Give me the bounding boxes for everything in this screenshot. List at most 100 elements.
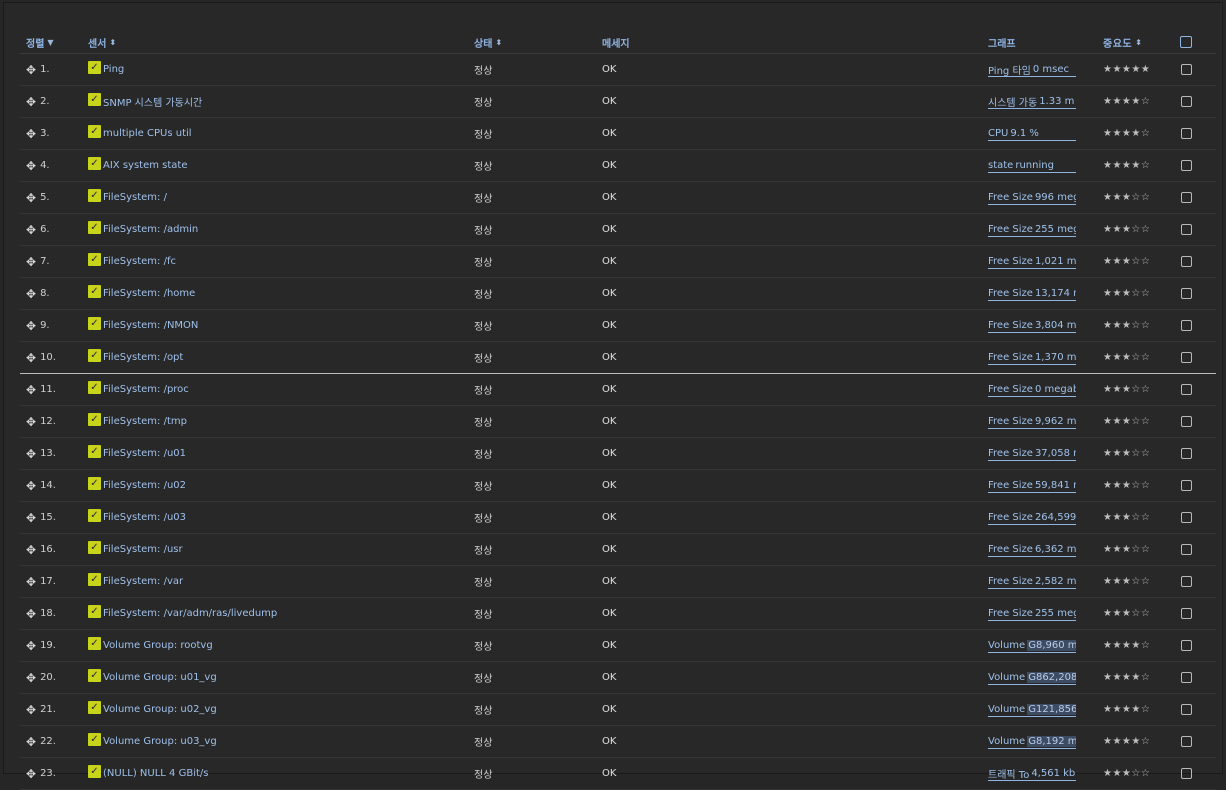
graph-cell[interactable]: 시스템 가동 1.33 m xyxy=(988,86,1078,117)
row-checkbox[interactable] xyxy=(1178,86,1194,117)
sensor-cell[interactable]: ✓ Ping xyxy=(88,54,468,85)
table-row[interactable]: ✥ 11. ✓ FileSystem: /proc 정상 OK Free Siz… xyxy=(20,374,1216,406)
graph-link[interactable]: 시스템 가동 1.33 m xyxy=(988,94,1076,109)
graph-link[interactable]: Free Size 2,582 meg xyxy=(988,574,1076,589)
graph-cell[interactable]: Free Size 264,599 m xyxy=(988,502,1078,533)
row-checkbox[interactable] xyxy=(1178,630,1194,661)
priority-stars[interactable]: ★★★☆☆ xyxy=(1103,534,1163,565)
row-position[interactable]: ✥ 16. xyxy=(26,534,84,565)
graph-cell[interactable]: Free Size 37,058 me xyxy=(988,438,1078,469)
graph-link[interactable]: Free Size 6,362 meg xyxy=(988,542,1076,557)
graph-link[interactable]: Free Size 3,804 meg xyxy=(988,318,1076,333)
priority-stars[interactable]: ★★★☆☆ xyxy=(1103,278,1163,309)
move-handle-icon[interactable]: ✥ xyxy=(26,191,36,205)
move-handle-icon[interactable]: ✥ xyxy=(26,223,36,237)
priority-stars[interactable]: ★★★★☆ xyxy=(1103,118,1163,149)
graph-cell[interactable]: CPU 9.1 % xyxy=(988,118,1078,149)
sensor-name-link[interactable]: SNMP 시스템 가동시간 xyxy=(103,94,202,109)
priority-stars[interactable]: ★★★☆☆ xyxy=(1103,246,1163,277)
move-handle-icon[interactable]: ✥ xyxy=(26,287,36,301)
row-position[interactable]: ✥ 17. xyxy=(26,566,84,597)
sensor-cell[interactable]: ✓ Volume Group: u02_vg xyxy=(88,694,468,725)
sensor-name-link[interactable]: FileSystem: /fc xyxy=(103,256,176,267)
row-checkbox[interactable] xyxy=(1178,278,1194,309)
sensor-name-link[interactable]: AIX system state xyxy=(103,160,187,171)
graph-cell[interactable]: Free Size 1,021 meg xyxy=(988,246,1078,277)
move-handle-icon[interactable]: ✥ xyxy=(26,63,36,77)
row-position[interactable]: ✥ 6. xyxy=(26,214,84,245)
row-position[interactable]: ✥ 15. xyxy=(26,502,84,533)
graph-cell[interactable]: Free Size 1,370 meg xyxy=(988,342,1078,373)
table-row[interactable]: ✥ 13. ✓ FileSystem: /u01 정상 OK Free Size… xyxy=(20,438,1216,470)
graph-cell[interactable]: Free Size 996 megaby xyxy=(988,182,1078,213)
graph-link[interactable]: state running xyxy=(988,158,1076,173)
row-position[interactable]: ✥ 19. xyxy=(26,630,84,661)
row-checkbox[interactable] xyxy=(1178,342,1194,373)
sensor-name-link[interactable]: FileSystem: /home xyxy=(103,288,195,299)
table-row[interactable]: ✥ 8. ✓ FileSystem: /home 정상 OK Free Size… xyxy=(20,278,1216,310)
table-row[interactable]: ✥ 15. ✓ FileSystem: /u03 정상 OK Free Size… xyxy=(20,502,1216,534)
sensor-name-link[interactable]: FileSystem: /NMON xyxy=(103,320,198,331)
sensor-cell[interactable]: ✓ FileSystem: /tmp xyxy=(88,406,468,437)
row-position[interactable]: ✥ 21. xyxy=(26,694,84,725)
row-checkbox[interactable] xyxy=(1178,406,1194,437)
sensor-name-link[interactable]: FileSystem: /var xyxy=(103,576,183,587)
row-checkbox[interactable] xyxy=(1178,118,1194,149)
move-handle-icon[interactable]: ✥ xyxy=(26,511,36,525)
graph-link[interactable]: Free Size 9,962 meg xyxy=(988,414,1076,429)
graph-link[interactable]: Volume G862,208 m xyxy=(988,670,1076,685)
move-handle-icon[interactable]: ✥ xyxy=(26,351,36,365)
header-sensor[interactable]: 센서 ⬍ xyxy=(88,31,468,53)
move-handle-icon[interactable]: ✥ xyxy=(26,767,36,781)
table-row[interactable]: ✥ 4. ✓ AIX system state 정상 OK state runn… xyxy=(20,150,1216,182)
graph-link[interactable]: Free Size 0 megaby xyxy=(988,382,1076,397)
row-position[interactable]: ✥ 1. xyxy=(26,54,84,85)
sensor-name-link[interactable]: Volume Group: u03_vg xyxy=(103,736,217,747)
graph-cell[interactable]: Volume G121,856 m xyxy=(988,694,1078,725)
sensor-cell[interactable]: ✓ FileSystem: /home xyxy=(88,278,468,309)
priority-stars[interactable]: ★★★☆☆ xyxy=(1103,406,1163,437)
graph-cell[interactable]: Free Size 59,841 me xyxy=(988,470,1078,501)
row-checkbox[interactable] xyxy=(1178,438,1194,469)
sensor-cell[interactable]: ✓ FileSystem: /admin xyxy=(88,214,468,245)
table-row[interactable]: ✥ 19. ✓ Volume Group: rootvg 정상 OK Volum… xyxy=(20,630,1216,662)
row-position[interactable]: ✥ 8. xyxy=(26,278,84,309)
graph-link[interactable]: Free Size 13,174 me xyxy=(988,286,1076,301)
sensor-cell[interactable]: ✓ FileSystem: /proc xyxy=(88,374,468,405)
row-position[interactable]: ✥ 10. xyxy=(26,342,84,373)
row-checkbox[interactable] xyxy=(1178,374,1194,405)
row-position[interactable]: ✥ 22. xyxy=(26,726,84,757)
priority-stars[interactable]: ★★★☆☆ xyxy=(1103,502,1163,533)
priority-stars[interactable]: ★★★★☆ xyxy=(1103,662,1163,693)
select-all-checkbox[interactable] xyxy=(1178,31,1194,53)
table-row[interactable]: ✥ 9. ✓ FileSystem: /NMON 정상 OK Free Size… xyxy=(20,310,1216,342)
sensor-name-link[interactable]: Volume Group: rootvg xyxy=(103,640,213,651)
move-handle-icon[interactable]: ✥ xyxy=(26,127,36,141)
row-position[interactable]: ✥ 12. xyxy=(26,406,84,437)
row-position[interactable]: ✥ 11. xyxy=(26,374,84,405)
row-position[interactable]: ✥ 18. xyxy=(26,598,84,629)
sensor-name-link[interactable]: FileSystem: /u03 xyxy=(103,512,186,523)
row-position[interactable]: ✥ 5. xyxy=(26,182,84,213)
graph-link[interactable]: Free Size 255 megaby xyxy=(988,606,1076,621)
move-handle-icon[interactable]: ✥ xyxy=(26,575,36,589)
table-row[interactable]: ✥ 18. ✓ FileSystem: /var/adm/ras/livedum… xyxy=(20,598,1216,630)
row-checkbox[interactable] xyxy=(1178,534,1194,565)
row-checkbox[interactable] xyxy=(1178,150,1194,181)
priority-stars[interactable]: ★★★★☆ xyxy=(1103,694,1163,725)
graph-cell[interactable]: state running xyxy=(988,150,1078,181)
row-checkbox[interactable] xyxy=(1178,694,1194,725)
graph-cell[interactable]: Ping 타임 0 msec xyxy=(988,54,1078,85)
graph-cell[interactable]: Free Size 6,362 meg xyxy=(988,534,1078,565)
header-status[interactable]: 상태 ⬍ xyxy=(474,31,584,53)
row-checkbox[interactable] xyxy=(1178,726,1194,757)
sensor-cell[interactable]: ✓ Volume Group: u03_vg xyxy=(88,726,468,757)
graph-cell[interactable]: Free Size 3,804 meg xyxy=(988,310,1078,341)
move-handle-icon[interactable]: ✥ xyxy=(26,703,36,717)
row-checkbox[interactable] xyxy=(1178,310,1194,341)
sensor-cell[interactable]: ✓ Volume Group: u01_vg xyxy=(88,662,468,693)
table-row[interactable]: ✥ 22. ✓ Volume Group: u03_vg 정상 OK Volum… xyxy=(20,726,1216,758)
header-position[interactable]: 정렬 ▼ xyxy=(26,31,84,53)
sensor-cell[interactable]: ✓ FileSystem: /var xyxy=(88,566,468,597)
graph-link[interactable]: Free Size 1,021 meg xyxy=(988,254,1076,269)
